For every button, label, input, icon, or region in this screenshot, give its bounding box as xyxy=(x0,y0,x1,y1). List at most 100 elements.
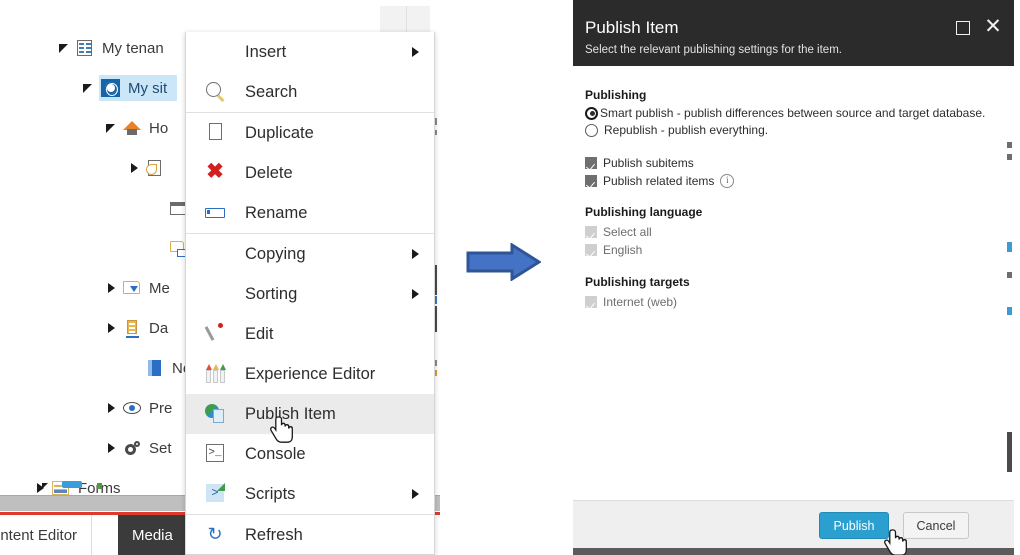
publishing-section-heading: Publishing xyxy=(585,88,646,102)
menu-item-rename[interactable]: Rename xyxy=(186,193,434,233)
tree-toggle-icon[interactable] xyxy=(58,41,72,55)
gears-icon xyxy=(122,438,142,458)
rename-icon xyxy=(204,201,228,225)
menu-item-label: Publish Item xyxy=(245,405,336,424)
book-icon xyxy=(145,358,165,378)
home-icon xyxy=(122,118,142,138)
dialog-header: Publish Item Select the relevant publish… xyxy=(573,0,1014,66)
menu-item-console[interactable]: >_Console xyxy=(186,434,434,474)
tree-item-selected[interactable]: My sit xyxy=(99,75,177,101)
menu-item-duplicate[interactable]: Duplicate xyxy=(186,113,434,153)
menu-item-label: Copying xyxy=(245,245,306,264)
tree-toggle-spacer xyxy=(152,241,166,255)
radio-republish[interactable]: Republish - publish everything. xyxy=(585,123,768,137)
checkbox-publish-subitems[interactable]: Publish subitems xyxy=(585,156,694,170)
tree-toggle-icon[interactable] xyxy=(105,441,119,455)
menu-item-insert[interactable]: Insert xyxy=(186,32,434,72)
checkbox-target-internet-web-box xyxy=(585,296,597,308)
checkbox-language-english-label: English xyxy=(603,243,642,257)
tree-item-content[interactable]: My tenan xyxy=(75,38,168,58)
menu-item-label: Delete xyxy=(245,164,293,183)
menu-item-refresh[interactable]: ↻Refresh xyxy=(186,515,434,555)
publishing-language-section-heading: Publishing language xyxy=(585,205,702,219)
tree-item-label: Me xyxy=(149,280,174,297)
console-icon: >_ xyxy=(204,442,228,466)
checkbox-target-internet-web-label: Internet (web) xyxy=(603,295,677,309)
building-icon xyxy=(75,38,95,58)
tree-item-content[interactable]: Me xyxy=(122,278,174,298)
publish-icon xyxy=(204,402,228,426)
dialog-footer: Publish Cancel xyxy=(573,500,1014,549)
media-folder-icon xyxy=(122,278,142,298)
menu-item-search[interactable]: Search xyxy=(186,72,434,112)
menu-item-label: Edit xyxy=(245,325,273,344)
data-icon xyxy=(122,318,142,338)
menu-item-label: Experience Editor xyxy=(245,365,375,384)
checkbox-publish-subitems-label: Publish subitems xyxy=(603,156,694,170)
publish-button[interactable]: Publish xyxy=(819,512,889,539)
radio-republish-indicator xyxy=(585,124,598,137)
tree-toggle-icon[interactable] xyxy=(128,161,142,175)
tree-toggle-icon[interactable] xyxy=(105,281,119,295)
tree-toggle-icon[interactable] xyxy=(82,81,96,95)
menu-item-label: Duplicate xyxy=(245,124,314,143)
publish-button-label: Publish xyxy=(834,519,875,533)
tree-item-content[interactable]: Set xyxy=(122,438,176,458)
info-icon[interactable]: i xyxy=(720,174,734,188)
menu-item-label: Rename xyxy=(245,204,307,223)
menu-item-label: Insert xyxy=(245,43,286,62)
submenu-chevron-right-icon xyxy=(412,47,419,57)
tree-toggle-icon[interactable] xyxy=(105,321,119,335)
tree-item-content[interactable]: Ho xyxy=(122,118,172,138)
screenshot-root: My tenanMy sitHoMeDaNePreSetForms ontent… xyxy=(0,0,1020,555)
checkbox-publish-related-items-label: Publish related items xyxy=(603,174,714,188)
menu-item-label: Scripts xyxy=(245,485,295,504)
duplicate-icon xyxy=(204,121,228,145)
tree-item-content[interactable]: Da xyxy=(122,318,172,338)
tab-media[interactable]: Media xyxy=(118,515,187,555)
radio-smart-publish-indicator xyxy=(585,107,598,120)
tree-item-content[interactable]: Pre xyxy=(122,398,176,418)
tab-media-label: Media xyxy=(132,527,173,544)
edit-pencil-icon xyxy=(204,322,228,346)
checkbox-publish-related-items[interactable]: Publish related items i xyxy=(585,174,734,188)
tree-item-label: My tenan xyxy=(102,40,168,57)
checkbox-select-all-languages[interactable]: Select all xyxy=(585,225,652,239)
tree-toggle-spacer xyxy=(128,361,142,375)
dialog-right-edge-sliver xyxy=(1006,132,1014,555)
scripts-icon: > xyxy=(204,482,228,506)
tree-item-content[interactable] xyxy=(145,158,176,178)
tree-toggle-icon[interactable] xyxy=(42,483,48,489)
close-icon[interactable]: ✕ xyxy=(982,16,1004,38)
submenu-chevron-right-icon xyxy=(412,289,419,299)
menu-item-edit[interactable]: Edit xyxy=(186,314,434,354)
menu-item-label: Search xyxy=(245,83,297,102)
tab-content-editor[interactable]: ontent Editor xyxy=(0,515,92,555)
menu-item-copying[interactable]: Copying xyxy=(186,234,434,274)
flow-arrow-right-icon xyxy=(466,243,541,281)
context-menu[interactable]: Insert Search Duplicate ✖ Delete Rename Copyin… xyxy=(185,32,435,555)
tree-item-label: My sit xyxy=(128,80,171,97)
maximize-icon[interactable] xyxy=(956,21,970,35)
tree-toggle-icon[interactable] xyxy=(105,121,119,135)
menu-item-sorting[interactable]: Sorting xyxy=(186,274,434,314)
tree-toggle-spacer xyxy=(152,201,166,215)
radio-republish-label: Republish - publish everything. xyxy=(604,123,768,137)
delete-icon: ✖ xyxy=(204,161,228,185)
checkbox-select-all-languages-label: Select all xyxy=(603,225,652,239)
checkbox-language-english[interactable]: English xyxy=(585,243,642,257)
submenu-chevron-right-icon xyxy=(412,249,419,259)
menu-item-icon-placeholder xyxy=(204,282,228,306)
menu-item-delete[interactable]: ✖ Delete xyxy=(186,153,434,193)
menu-item-experience-editor[interactable]: Experience Editor xyxy=(186,354,434,394)
radio-smart-publish[interactable]: Smart publish - publish differences betw… xyxy=(585,106,985,120)
checkbox-target-internet-web[interactable]: Internet (web) xyxy=(585,295,677,309)
menu-item-publish-item[interactable]: Publish Item xyxy=(186,394,434,434)
menu-item-scripts[interactable]: > Scripts xyxy=(186,474,434,514)
cancel-button[interactable]: Cancel xyxy=(903,512,969,539)
submenu-chevron-right-icon xyxy=(412,489,419,499)
menu-item-label: Sorting xyxy=(245,285,297,304)
tree-toggle-icon[interactable] xyxy=(105,401,119,415)
dialog-subtitle: Select the relevant publishing settings … xyxy=(585,44,842,56)
tab-content-editor-label: ontent Editor xyxy=(0,527,77,544)
